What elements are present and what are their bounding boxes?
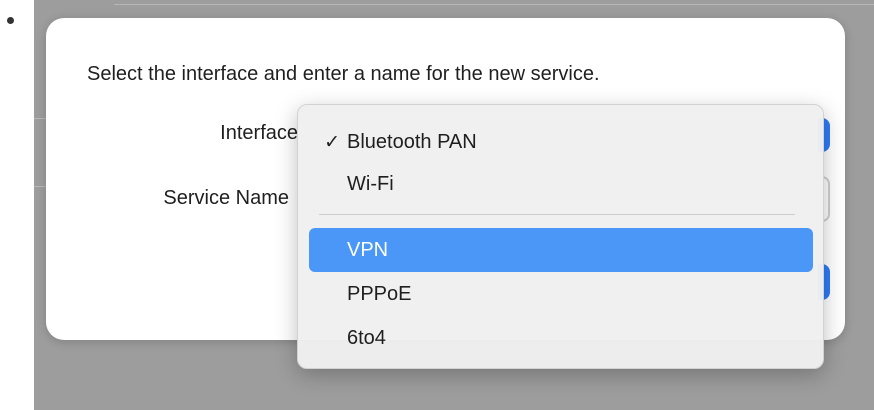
menu-item-bluetooth-pan[interactable]: ✓ Bluetooth PAN: [309, 120, 813, 164]
menu-separator: [319, 214, 795, 215]
checkmark-icon: ✓: [324, 131, 340, 153]
menu-item-label: Wi-Fi: [347, 172, 394, 195]
service-name-label: Service Name: [163, 187, 289, 209]
interface-label: Interface: [220, 122, 298, 144]
interface-dropdown-menu: ✓ Bluetooth PAN Wi-Fi VPN PPPoE 6to4: [297, 104, 824, 369]
menu-item-6to4[interactable]: 6to4: [309, 316, 813, 360]
menu-item-label: PPPoE: [347, 282, 412, 305]
dialog-prompt: Select the interface and enter a name fo…: [87, 63, 600, 85]
menu-item-label: Bluetooth PAN: [347, 130, 477, 153]
menu-item-wifi[interactable]: Wi-Fi: [309, 162, 813, 206]
menu-item-label: VPN: [347, 238, 389, 261]
menu-item-vpn[interactable]: VPN: [309, 228, 813, 272]
list-bullet: [7, 17, 14, 24]
menu-item-pppoe[interactable]: PPPoE: [309, 272, 813, 316]
menu-item-label: 6to4: [347, 326, 386, 349]
